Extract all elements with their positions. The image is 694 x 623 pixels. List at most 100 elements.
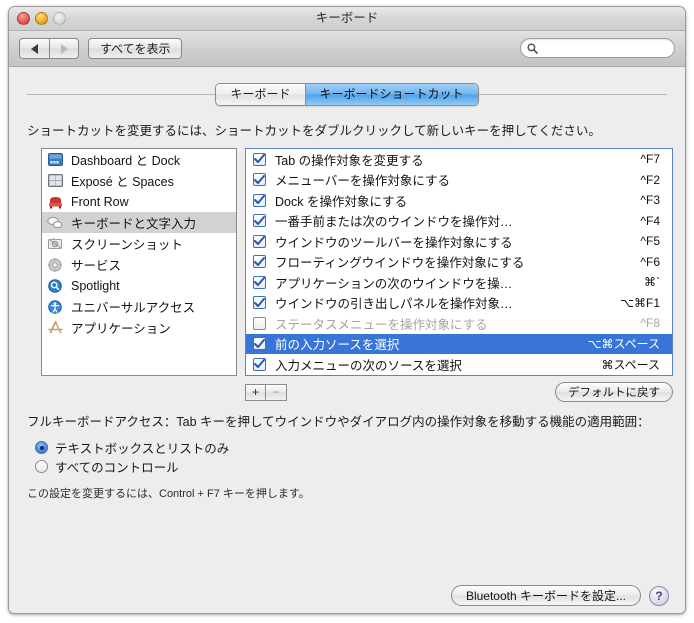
shortcut-key: ^F6 xyxy=(640,254,660,269)
shortcut-key: ⌘` xyxy=(644,275,660,290)
shortcut-name: ウインドウのツールバーを操作対象にする xyxy=(275,235,513,250)
add-shortcut-button[interactable]: + xyxy=(245,383,266,401)
shortcut-checkbox[interactable] xyxy=(253,214,266,228)
shortcut-name: Dock を操作対象にする xyxy=(275,194,408,209)
radio-button[interactable] xyxy=(35,441,48,454)
shortcut-name: メニューバーを操作対象にする xyxy=(275,174,451,189)
show-all-button[interactable]: すべてを表示 xyxy=(88,38,183,59)
sidebar-item-expose-spaces[interactable]: Exposé と Spaces xyxy=(42,170,236,191)
category-list[interactable]: Dashboard と Dock Exposé と Spaces Front R… xyxy=(41,148,237,376)
sidebar-item-label: ユニバーサルアクセス xyxy=(71,301,196,315)
universal-access-icon xyxy=(47,299,63,315)
sidebar-item-label: サービス xyxy=(71,259,122,273)
shortcut-name: 入力メニューの次のソースを選択 xyxy=(275,358,462,373)
front-row-icon xyxy=(47,194,63,210)
instruction-text: ショートカットを変更するには、ショートカットをダブルクリックして新しいキーを押し… xyxy=(27,124,601,138)
expose-spaces-icon xyxy=(47,173,63,189)
shortcut-panes: Dashboard と Dock Exposé と Spaces Front R… xyxy=(41,148,673,376)
table-row[interactable]: 入力メニューの次のソースを選択 ⌘スペース xyxy=(246,354,672,375)
shortcut-name: フローティングウインドウを操作対象にする xyxy=(275,256,525,271)
sidebar-item-dashboard-dock[interactable]: Dashboard と Dock xyxy=(42,149,236,170)
sidebar-item-front-row[interactable]: Front Row xyxy=(42,191,236,212)
list-tools: + − デフォルトに戻す xyxy=(41,382,673,402)
dashboard-dock-icon xyxy=(47,152,63,168)
sidebar-item-label: Dashboard と Dock xyxy=(71,154,181,168)
close-button[interactable] xyxy=(17,12,30,25)
sidebar-item-label: Exposé と Spaces xyxy=(71,175,174,189)
search-input[interactable] xyxy=(541,41,665,55)
sidebar-item-screenshot[interactable]: スクリーンショット xyxy=(42,233,236,254)
shortcut-key: ^F4 xyxy=(640,213,660,228)
shortcut-name: ウインドウの引き出しパネルを操作対象… xyxy=(275,297,513,312)
shortcut-key: ^F7 xyxy=(640,152,660,167)
forward-button xyxy=(49,38,79,59)
sidebar-item-keyboard-text-input[interactable]: キーボードと文字入力 xyxy=(42,212,236,233)
shortcut-key: ^F3 xyxy=(640,193,660,208)
search-icon xyxy=(527,42,538,54)
services-gear-icon xyxy=(47,257,63,273)
shortcut-key: ⌥⌘スペース xyxy=(587,337,660,352)
table-row[interactable]: 一番手前または次のウインドウを操作対… ^F4 xyxy=(246,211,672,232)
table-row[interactable]: Dock を操作対象にする ^F3 xyxy=(246,190,672,211)
setup-bluetooth-keyboard-button[interactable]: Bluetooth キーボードを設定... xyxy=(450,585,641,606)
shortcut-checkbox[interactable] xyxy=(253,255,266,269)
shortcut-key: ^F2 xyxy=(640,172,660,187)
sidebar-item-services[interactable]: サービス xyxy=(42,254,236,275)
shortcut-checkbox[interactable] xyxy=(253,152,266,166)
shortcut-checkbox[interactable] xyxy=(253,296,266,310)
shortcut-checkbox[interactable] xyxy=(253,357,266,371)
radio-button[interactable] xyxy=(35,460,48,473)
radio-all-controls[interactable]: すべてのコントロール xyxy=(35,457,685,476)
full-keyboard-access-description: フルキーボードアクセス：Tab キーを押してウインドウやダイアログ内の操作対象を… xyxy=(27,415,650,429)
radio-text-boxes-and-lists[interactable]: テキストボックスとリストのみ xyxy=(35,438,685,457)
sidebar-item-universal-access[interactable]: ユニバーサルアクセス xyxy=(42,296,236,317)
shortcut-checkbox[interactable] xyxy=(253,337,266,351)
full-keyboard-access-note: この設定を変更するには、Control + F7 キーを押します。 xyxy=(27,488,310,500)
applications-icon xyxy=(47,320,63,336)
arrow-right-icon xyxy=(60,43,68,54)
arrow-left-icon xyxy=(31,43,38,54)
shortcut-checkbox[interactable] xyxy=(253,234,266,248)
shortcut-checkbox[interactable] xyxy=(253,275,266,289)
screenshot-icon xyxy=(47,236,63,252)
add-remove-group: + − xyxy=(245,383,287,401)
table-row[interactable]: ウインドウのツールバーを操作対象にする ^F5 xyxy=(246,231,672,252)
shortcut-name: 前の入力ソースを選択 xyxy=(275,338,400,353)
tab-bar: キーボード キーボードショートカット xyxy=(9,67,685,106)
back-button[interactable] xyxy=(19,38,49,59)
sidebar-item-label: スクリーンショット xyxy=(71,238,183,252)
table-row[interactable]: アプリケーションの次のウインドウを操… ⌘` xyxy=(246,272,672,293)
table-row[interactable]: ウインドウの引き出しパネルを操作対象… ⌥⌘F1 xyxy=(246,293,672,314)
help-button[interactable]: ? xyxy=(649,585,669,606)
shortcut-list[interactable]: Tab の操作対象を変更する ^F7 メニューバーを操作対象にする ^F2 Do… xyxy=(245,148,673,376)
restore-defaults-button[interactable]: デフォルトに戻す xyxy=(555,382,673,402)
preferences-window: キーボード すべてを表示 キーボード キーボードショートカット ショートカットを… xyxy=(8,6,686,614)
table-row[interactable]: Tab の操作対象を変更する ^F7 xyxy=(246,149,672,170)
table-row[interactable]: 前の入力ソースを選択 ⌥⌘スペース xyxy=(246,333,672,354)
window-toolbar: すべてを表示 xyxy=(9,31,685,67)
shortcut-checkbox[interactable] xyxy=(253,173,266,187)
table-row[interactable]: メニューバーを操作対象にする ^F2 xyxy=(246,170,672,191)
window-controls xyxy=(17,12,66,25)
table-row[interactable]: ステータスメニューを操作対象にする ^F8 xyxy=(246,313,672,334)
sidebar-item-label: Spotlight xyxy=(71,278,120,293)
sidebar-item-applications[interactable]: アプリケーション xyxy=(42,317,236,338)
shortcut-name: 一番手前または次のウインドウを操作対… xyxy=(275,215,513,230)
spotlight-icon xyxy=(47,278,63,294)
minimize-button[interactable] xyxy=(35,12,48,25)
shortcut-key: ⌘スペース xyxy=(601,357,660,372)
shortcut-key: ^F5 xyxy=(640,234,660,249)
sidebar-item-label: アプリケーション xyxy=(71,322,171,336)
tab-keyboard-shortcuts[interactable]: キーボードショートカット xyxy=(305,84,478,105)
table-row[interactable]: フローティングウインドウを操作対象にする ^F6 xyxy=(246,252,672,273)
shortcut-checkbox[interactable] xyxy=(253,316,266,330)
remove-shortcut-button: − xyxy=(266,383,287,401)
shortcut-key: ^F8 xyxy=(640,316,660,331)
sidebar-item-label: Front Row xyxy=(71,194,129,209)
shortcut-checkbox[interactable] xyxy=(253,193,266,207)
tab-keyboard[interactable]: キーボード xyxy=(216,84,306,105)
sidebar-item-spotlight[interactable]: Spotlight xyxy=(42,275,236,296)
window-footer: Bluetooth キーボードを設定... ? xyxy=(9,585,685,606)
search-field[interactable] xyxy=(520,38,675,58)
navigation-buttons xyxy=(19,38,79,59)
